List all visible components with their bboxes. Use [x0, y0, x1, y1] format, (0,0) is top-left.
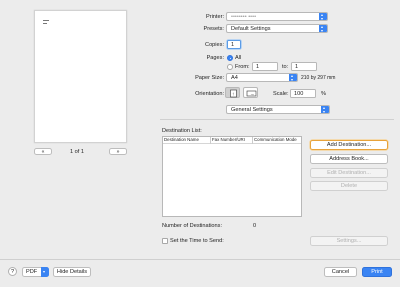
- prev-page-button[interactable]: «: [34, 148, 52, 155]
- copies-label: Copies:: [205, 42, 224, 48]
- pages-all-label: All: [235, 55, 242, 61]
- destination-count-label: Number of Destinations:: [162, 223, 223, 229]
- portrait-button[interactable]: ↑: [225, 87, 240, 98]
- landscape-button[interactable]: →: [243, 87, 258, 98]
- portrait-icon: ↑: [230, 89, 237, 98]
- preview-text-line: [43, 22, 47, 24]
- page-preview: [34, 10, 127, 143]
- pages-label: Pages:: [206, 55, 224, 61]
- pages-all-radio[interactable]: [227, 55, 233, 61]
- printer-value: •••••••• ••••: [231, 14, 257, 20]
- printer-select[interactable]: •••••••• ••••: [226, 12, 328, 21]
- presets-label: Presets:: [203, 26, 224, 32]
- help-button[interactable]: ?: [8, 267, 17, 276]
- cancel-button[interactable]: Cancel: [324, 267, 357, 277]
- svg-text:↑: ↑: [232, 92, 235, 98]
- presets-select[interactable]: Default Settings: [226, 24, 328, 33]
- table-header: Destination Name Fax Number/URI Communic…: [163, 137, 301, 144]
- scale-input[interactable]: 100: [290, 89, 316, 98]
- paper-size-dims: 210 by 297 mm: [301, 75, 336, 81]
- scale-unit: %: [321, 91, 326, 97]
- paper-size-select[interactable]: A4: [226, 73, 298, 82]
- chevron-updown-icon: [321, 106, 329, 113]
- section-select[interactable]: General Settings: [226, 105, 330, 114]
- pages-to-label: to:: [282, 64, 289, 70]
- address-book-button[interactable]: Address Book...: [310, 154, 388, 164]
- chevron-updown-icon: [319, 13, 327, 20]
- presets-value: Default Settings: [231, 26, 271, 32]
- time-settings-button[interactable]: Settings...: [310, 236, 388, 246]
- page-indicator: 1 of 1: [70, 148, 84, 155]
- section-divider: [160, 119, 394, 120]
- paper-size-value: A4: [231, 75, 238, 81]
- pages-range-radio[interactable]: [227, 64, 233, 70]
- chevron-updown-icon: [319, 25, 327, 32]
- footer-divider: [0, 259, 400, 260]
- orientation-label: Orientation:: [195, 91, 224, 97]
- edit-destination-button[interactable]: Edit Destination...: [310, 168, 388, 178]
- chevron-updown-icon: [289, 74, 297, 81]
- delete-button[interactable]: Delete: [310, 181, 388, 191]
- destination-list-label: Destination List:: [162, 128, 202, 134]
- pdf-menu-button[interactable]: PDF: [22, 267, 49, 278]
- printer-label: Printer:: [205, 14, 224, 20]
- svg-text:→: →: [250, 91, 255, 96]
- hide-details-button[interactable]: Hide Details: [53, 267, 91, 277]
- pages-from-label: From:: [235, 64, 250, 70]
- chevron-down-icon: [40, 267, 49, 278]
- scale-label: Scale:: [273, 91, 289, 97]
- column-header[interactable]: Destination Name: [164, 137, 199, 144]
- column-header[interactable]: Communication Mode: [252, 137, 297, 144]
- set-time-label: Set the Time to Send:: [170, 238, 224, 244]
- print-button[interactable]: Print: [362, 267, 392, 277]
- set-time-checkbox[interactable]: [162, 238, 168, 244]
- destination-count-value: 0: [253, 223, 257, 229]
- add-destination-button[interactable]: Add Destination...: [310, 140, 388, 150]
- pages-from-input[interactable]: 1: [252, 62, 278, 71]
- pages-to-input[interactable]: 1: [291, 62, 317, 71]
- column-header[interactable]: Fax Number/URI: [210, 137, 245, 144]
- pdf-label: PDF: [26, 269, 38, 275]
- section-value: General Settings: [231, 107, 273, 113]
- preview-text-line: [43, 20, 49, 21]
- copies-input[interactable]: 1: [227, 40, 241, 49]
- paper-size-label: Paper Size:: [195, 75, 224, 81]
- destination-table[interactable]: Destination Name Fax Number/URI Communic…: [162, 136, 302, 217]
- next-page-button[interactable]: »: [109, 148, 127, 155]
- landscape-icon: →: [246, 90, 257, 96]
